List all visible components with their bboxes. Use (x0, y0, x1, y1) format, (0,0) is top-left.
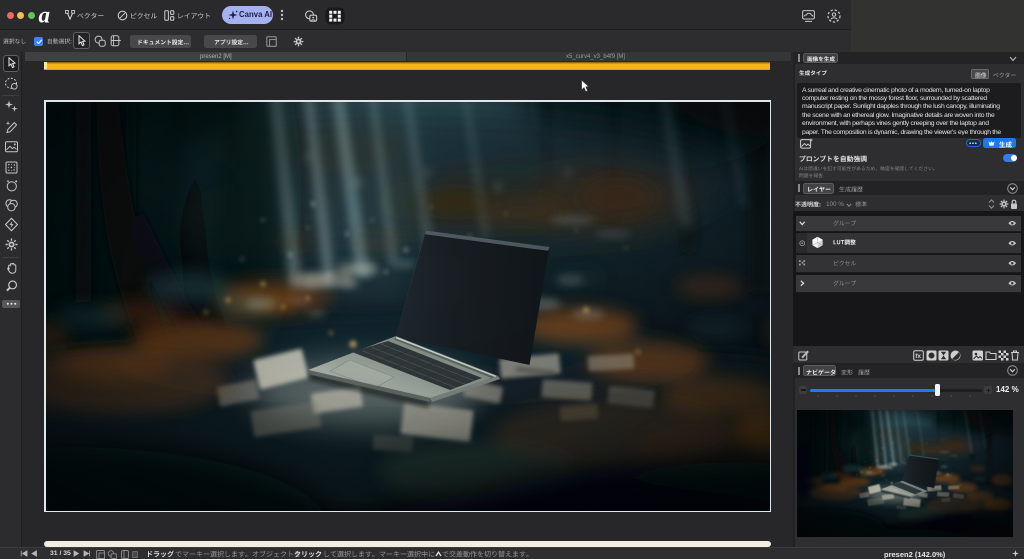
svg-text:fx: fx (915, 353, 921, 360)
svg-text:a: a (39, 4, 51, 27)
